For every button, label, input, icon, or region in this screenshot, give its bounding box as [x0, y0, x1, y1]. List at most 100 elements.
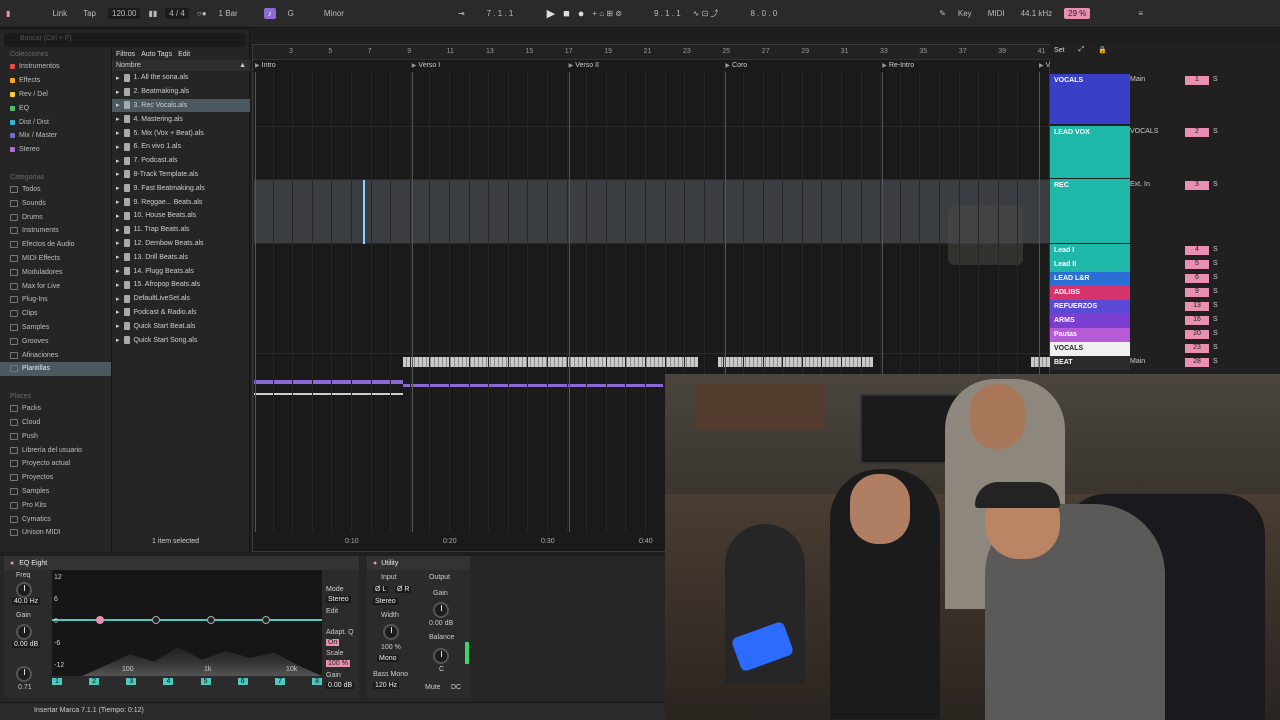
- file-item[interactable]: ▸ 4. Mastering.als: [112, 112, 250, 126]
- category-item[interactable]: Sounds: [0, 196, 111, 210]
- collection-item[interactable]: EQ: [0, 101, 111, 115]
- place-item[interactable]: Samples: [0, 485, 111, 499]
- metronome-icon[interactable]: ○●: [197, 9, 207, 18]
- locator-lane[interactable]: IntroVerso IVerso IICoroRe-IntroVer: [253, 60, 1057, 72]
- category-item[interactable]: Moduladores: [0, 265, 111, 279]
- track-activator[interactable]: 5: [1185, 260, 1209, 269]
- phase-right-toggle[interactable]: Ø R: [395, 586, 412, 593]
- file-item[interactable]: ▸ 14. Plugg Beats.als: [112, 264, 250, 278]
- eq-band-point[interactable]: [96, 616, 104, 624]
- category-item[interactable]: Grooves: [0, 334, 111, 348]
- scale-toggle-icon[interactable]: ♪: [263, 8, 276, 19]
- eq-band-point[interactable]: [152, 616, 160, 624]
- expand-arrow-icon[interactable]: ▸: [116, 281, 120, 289]
- expand-arrow-icon[interactable]: ▸: [116, 115, 120, 123]
- place-item[interactable]: Proyecto actual: [0, 457, 111, 471]
- eq-band-point[interactable]: [207, 616, 215, 624]
- audio-clip[interactable]: [718, 357, 873, 367]
- dc-toggle[interactable]: DC: [451, 684, 461, 691]
- expand-arrow-icon[interactable]: ▸: [116, 239, 120, 247]
- expand-arrow-icon[interactable]: ▸: [116, 143, 120, 151]
- mixer-track[interactable]: Lead II 5 S: [1050, 258, 1280, 272]
- file-item[interactable]: ▸ 12. Dembow Beats.als: [112, 237, 250, 251]
- adapt-q-toggle[interactable]: On: [326, 639, 340, 646]
- track-lane[interactable]: [253, 244, 1051, 354]
- category-item[interactable]: MIDI Effects: [0, 252, 111, 266]
- solo-button[interactable]: S: [1209, 300, 1269, 309]
- file-item[interactable]: ▸ 13. Drill Beats.als: [112, 250, 250, 264]
- loop-length[interactable]: 8 . 0 . 0: [747, 8, 782, 19]
- mixer-track[interactable]: REC Ext. In 3 S: [1050, 179, 1280, 243]
- track-activator[interactable]: 13: [1185, 302, 1209, 311]
- expand-arrow-icon[interactable]: ▸: [116, 226, 120, 234]
- collection-item[interactable]: Rev / Del: [0, 88, 111, 102]
- mixer-track[interactable]: Lead I 4S: [1050, 244, 1280, 258]
- solo-button[interactable]: S: [1209, 244, 1269, 253]
- set-button[interactable]: Set: [1054, 47, 1065, 54]
- track-lane-selected[interactable]: [253, 180, 1051, 244]
- audio-clip[interactable]: [1031, 357, 1051, 367]
- solo-button[interactable]: S: [1209, 272, 1269, 281]
- eq-spectrum-display[interactable]: 12 6 0 -6 -12 100 1k 10k: [52, 570, 322, 676]
- solo-button[interactable]: S: [1209, 258, 1269, 267]
- expand-arrow-icon[interactable]: ▸: [116, 308, 120, 316]
- expand-arrow-icon[interactable]: ▸: [116, 253, 120, 261]
- place-item[interactable]: Unison MIDI: [0, 526, 111, 540]
- track-activator[interactable]: 16: [1185, 316, 1209, 325]
- output-gain-value[interactable]: 0.00 dB: [326, 682, 355, 689]
- width-knob[interactable]: [383, 624, 399, 640]
- expand-arrow-icon[interactable]: ▸: [116, 157, 120, 165]
- loop-start[interactable]: 9 . 1 . 1: [650, 8, 685, 19]
- collection-item[interactable]: Dist / Dist: [0, 115, 111, 129]
- solo-button[interactable]: S: [1209, 328, 1269, 337]
- scale-value[interactable]: 100 %: [326, 660, 350, 667]
- key-scale-select[interactable]: Minor: [320, 8, 370, 19]
- expand-arrow-icon[interactable]: ▸: [116, 336, 120, 344]
- beat-ruler[interactable]: 3 5 7 9 11 13 15 17 19 21 23 25 27 29 31 33 35 37 39 41: [253, 45, 1051, 60]
- eq-band-toggle[interactable]: 3: [126, 678, 137, 685]
- place-item[interactable]: Librería del usuario: [0, 443, 111, 457]
- track-routing[interactable]: [1130, 272, 1185, 274]
- expand-arrow-icon[interactable]: ▸: [116, 129, 120, 137]
- solo-button[interactable]: S: [1209, 356, 1269, 365]
- eq-band-toggle[interactable]: 5: [200, 678, 211, 685]
- collection-item[interactable]: Instrumentos: [0, 60, 111, 74]
- locator-marker[interactable]: Coro: [725, 62, 747, 69]
- track-activator[interactable]: 23: [1185, 344, 1209, 353]
- category-item[interactable]: Samples: [0, 321, 111, 335]
- time-signature[interactable]: 4 / 4: [165, 8, 189, 19]
- edit-button[interactable]: Edit: [178, 51, 190, 58]
- track-routing[interactable]: [1130, 342, 1185, 344]
- expand-arrow-icon[interactable]: ▸: [116, 184, 120, 192]
- track-name[interactable]: ADLIBS: [1050, 286, 1130, 300]
- track-name[interactable]: REC: [1050, 179, 1130, 243]
- category-item[interactable]: Drums: [0, 210, 111, 224]
- file-item[interactable]: ▸ 15. Afropop Beats.als: [112, 278, 250, 292]
- play-button[interactable]: ▶: [547, 7, 555, 20]
- gain-knob[interactable]: [433, 602, 449, 618]
- expand-arrow-icon[interactable]: ▸: [116, 101, 120, 109]
- mixer-track[interactable]: VOCALS 23 S: [1050, 342, 1280, 356]
- record-button[interactable]: ●: [578, 8, 585, 20]
- file-item[interactable]: ▸ Podcast & Radio.als: [112, 306, 250, 320]
- mixer-track[interactable]: BEAT Main 28 S: [1050, 356, 1280, 370]
- link-button[interactable]: Link: [48, 8, 71, 19]
- balance-value[interactable]: C: [439, 666, 444, 673]
- file-item[interactable]: ▸ 1. All the sona.als: [112, 71, 250, 85]
- category-item[interactable]: Efectos de Audio: [0, 238, 111, 252]
- bass-mono-toggle[interactable]: Bass Mono: [373, 671, 408, 678]
- width-value[interactable]: 100 %: [381, 644, 401, 651]
- track-name[interactable]: LEAD VOX: [1050, 126, 1130, 178]
- phase-left-toggle[interactable]: Ø L: [373, 586, 389, 593]
- track-name[interactable]: ARMS: [1050, 314, 1130, 328]
- category-item[interactable]: Clips: [0, 307, 111, 321]
- mixer-track[interactable]: Pautas 20 S: [1050, 328, 1280, 342]
- name-column-header[interactable]: Nombre ▲: [112, 60, 250, 71]
- mixer-track[interactable]: ADLIBS 9 S: [1050, 286, 1280, 300]
- lock-icon[interactable]: 🔒: [1098, 46, 1107, 54]
- balance-knob[interactable]: [433, 648, 449, 664]
- file-item[interactable]: ▸ 9. Fast Beatmaking.als: [112, 181, 250, 195]
- freq-value[interactable]: 40.0 Hz: [12, 598, 41, 605]
- solo-button[interactable]: S: [1209, 286, 1269, 295]
- track-activator[interactable]: 3: [1185, 181, 1209, 190]
